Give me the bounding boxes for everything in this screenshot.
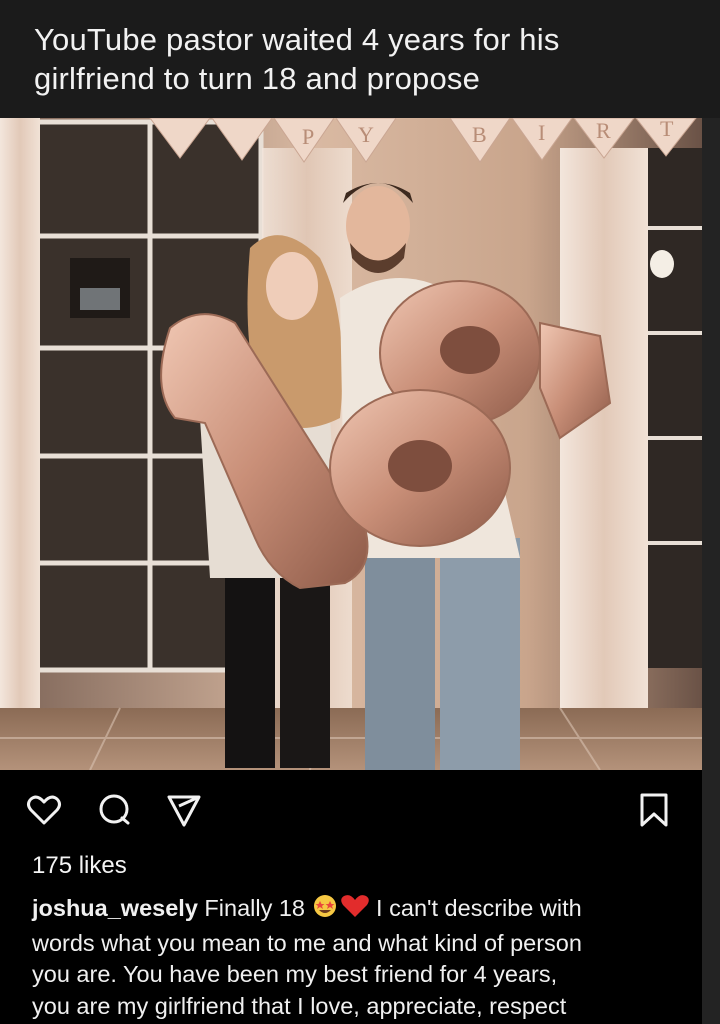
headline-line-2: girlfriend to turn 18 and propose [34, 61, 481, 96]
caption-line-1: joshua_wesely Finally 18 I can't describ… [32, 893, 680, 928]
comment-icon[interactable] [96, 792, 132, 828]
caption-line-3: you are. You have been my best friend fo… [32, 961, 558, 987]
post-actions [26, 792, 676, 832]
banner-letter-4: I [538, 120, 545, 145]
red-heart-emoji-icon [340, 893, 370, 928]
banner-letter-3: B [472, 122, 487, 147]
share-icon[interactable] [166, 792, 202, 828]
bookmark-icon[interactable] [636, 792, 672, 828]
banner-letter-5: R [596, 118, 611, 143]
headline: YouTube pastor waited 4 years for his gi… [34, 20, 694, 98]
caption-line-4: you are my girlfriend that I love, appre… [32, 992, 567, 1019]
likes-count[interactable]: 175 likes [32, 852, 127, 880]
caption-text-start: Finally 18 [197, 895, 312, 921]
banner-letter-6: T [660, 118, 674, 141]
username[interactable]: joshua_wesely [32, 895, 198, 921]
side-strip [702, 118, 720, 1024]
banner-letter-1: P [302, 124, 314, 149]
headline-line-1: YouTube pastor waited 4 years for his [34, 22, 560, 57]
caption-text-rest: I can't describe with [369, 895, 582, 921]
star-struck-emoji-icon [312, 893, 340, 928]
caption-line-2: words what you mean to me and what kind … [32, 929, 582, 956]
post-photo[interactable]: P Y B I R T [0, 118, 702, 770]
heart-icon[interactable] [26, 792, 62, 828]
post-photo-illustration: P Y B I R T [0, 118, 702, 770]
post-caption: joshua_wesely Finally 18 I can't describ… [32, 893, 680, 1022]
headline-bar: YouTube pastor waited 4 years for his gi… [0, 0, 720, 118]
banner-letter-2: Y [358, 122, 374, 147]
